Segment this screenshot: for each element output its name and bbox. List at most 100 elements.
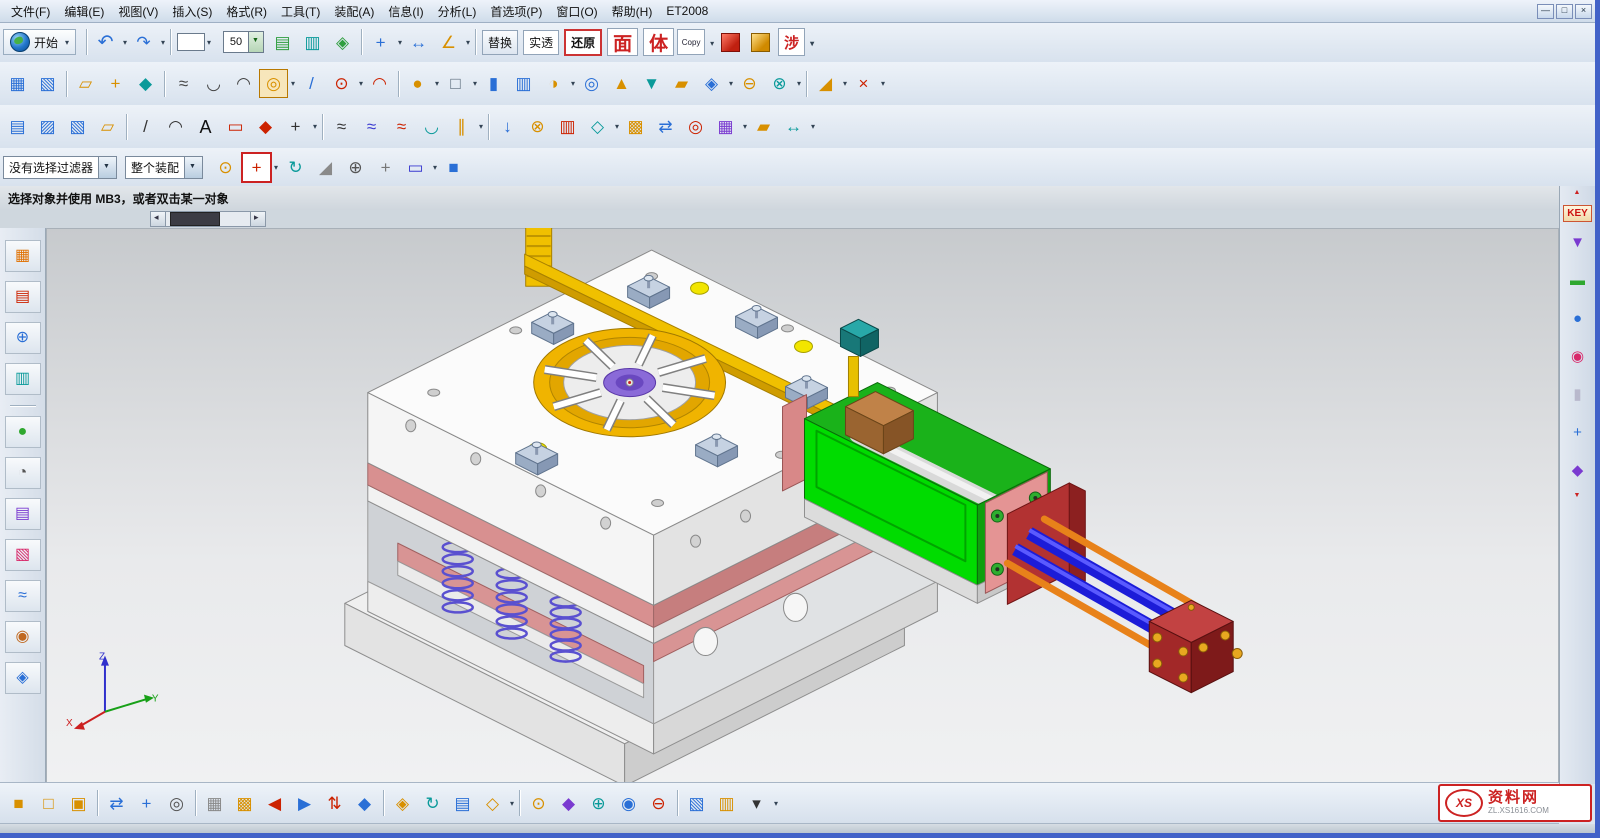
align-vertical-icon[interactable]: ⇅	[320, 789, 349, 818]
replace-button[interactable]: 替换	[482, 30, 518, 55]
replace-component-icon[interactable]: ⇄	[102, 789, 131, 818]
assembly-navigator-icon[interactable]: ▤	[5, 281, 41, 313]
curve-mirror-icon[interactable]: ◡	[199, 69, 228, 98]
horizontal-scrollbar[interactable]	[150, 212, 266, 226]
viewport-canvas[interactable]: Z Y X	[46, 228, 1559, 784]
eraser-icon[interactable]: ◢	[311, 153, 340, 182]
translucent-button[interactable]: 实透	[523, 30, 559, 55]
subtract-icon[interactable]: ⊖	[735, 69, 764, 98]
datum-csys-icon[interactable]: +	[101, 69, 130, 98]
bounded-plane-icon[interactable]: ▱	[93, 112, 122, 141]
measure-angle-icon[interactable]: ∠	[434, 28, 463, 57]
dropdown-arrow-icon[interactable]	[98, 157, 116, 178]
pattern-curve-icon[interactable]: ▩	[621, 112, 650, 141]
component-properties-icon[interactable]: ⊕	[584, 789, 613, 818]
composite-curve-icon[interactable]: ▦	[711, 112, 740, 141]
mirror-right-icon[interactable]: ▶	[290, 789, 319, 818]
sketch-curve-icon[interactable]: ▧	[33, 69, 62, 98]
deform-tool-icon[interactable]: ◆	[1563, 457, 1593, 484]
menu-analysis[interactable]: 分析(L)	[431, 1, 484, 22]
sphere-icon[interactable]: ●	[403, 69, 432, 98]
wave-geometry-linker-icon[interactable]: ◈	[388, 789, 417, 818]
selection-scope-dropdown[interactable]: 整个装配	[125, 156, 203, 179]
pad-icon[interactable]: ▰	[667, 69, 696, 98]
isolate-component-icon[interactable]: ▥	[712, 789, 741, 818]
polygon-icon[interactable]: ◆	[251, 112, 280, 141]
wrap-curve-icon[interactable]: ◎	[681, 112, 710, 141]
restore-button[interactable]: □	[1556, 4, 1573, 19]
menu-view[interactable]: 视图(V)	[111, 1, 165, 22]
start-button[interactable]: 开始	[3, 29, 76, 55]
project-curve-icon[interactable]: ↓	[493, 112, 522, 141]
intersect-icon[interactable]: ⊗	[765, 69, 794, 98]
red-solid-icon[interactable]	[716, 28, 745, 57]
menu-assemblies[interactable]: 装配(A)	[327, 1, 381, 22]
mold-assembly-model[interactable]: Z Y X	[66, 228, 1242, 784]
measure-distance-icon[interactable]: ↔	[404, 28, 433, 57]
component-array-icon[interactable]: ▣	[64, 789, 93, 818]
orient-csys-icon[interactable]: +	[366, 28, 395, 57]
panel-scroll-up-icon[interactable]	[1568, 188, 1588, 198]
new-component-icon[interactable]: □	[34, 789, 63, 818]
sketch-browser-icon[interactable]: ≈	[5, 580, 41, 612]
revolve-icon[interactable]: ◑	[539, 69, 568, 98]
through-curves-icon[interactable]: ▤	[3, 112, 32, 141]
helix-icon[interactable]: ≈	[169, 69, 198, 98]
add-component-icon[interactable]: ■	[4, 789, 33, 818]
dropdown-arrow-icon[interactable]	[184, 157, 202, 178]
interpart-link-icon[interactable]: ⊙	[524, 789, 553, 818]
dimension-tool-icon[interactable]: ▼	[1563, 229, 1593, 256]
roles-icon[interactable]: ◉	[5, 621, 41, 653]
rectangle-icon[interactable]: ▭	[221, 112, 250, 141]
snap-chain-icon[interactable]: ⊙	[211, 153, 240, 182]
menu-edit[interactable]: 编辑(E)	[57, 1, 111, 22]
section-curve-icon[interactable]: ▥	[553, 112, 582, 141]
intersection-curve-icon[interactable]: ⊗	[523, 112, 552, 141]
panel-scroll-down-icon[interactable]	[1568, 491, 1588, 501]
curve-offset-icon[interactable]: ◠	[229, 69, 258, 98]
text-icon[interactable]: A	[191, 112, 220, 141]
add-tool-icon[interactable]: +	[1563, 419, 1593, 446]
menu-insert[interactable]: 插入(S)	[165, 1, 219, 22]
mirror-curve-icon[interactable]: ⇄	[651, 112, 680, 141]
interference-button[interactable]: 涉	[778, 28, 805, 56]
cylinder-icon[interactable]: ▮	[479, 69, 508, 98]
delete-face-icon[interactable]: ×	[849, 69, 878, 98]
arrangements-icon[interactable]: ▤	[448, 789, 477, 818]
work-layer-spinner[interactable]: 50	[223, 31, 264, 53]
circle-icon[interactable]: ⊙	[327, 69, 356, 98]
layer-settings-icon[interactable]: ▤	[268, 28, 297, 57]
point-icon[interactable]: ◆	[131, 69, 160, 98]
menu-tools[interactable]: 工具(T)	[274, 1, 327, 22]
sphere-tool-icon[interactable]: ●	[1563, 305, 1593, 332]
materials-icon[interactable]: ◈	[5, 662, 41, 694]
reuse-library-icon[interactable]: ●	[5, 416, 41, 448]
molecule-tool-icon[interactable]: ◉	[1563, 343, 1593, 370]
testtube-tool-icon[interactable]: ▮	[1563, 381, 1593, 408]
unite-icon[interactable]: ◈	[697, 69, 726, 98]
check-clearance-icon[interactable]: ▦	[200, 789, 229, 818]
studio-spline-icon[interactable]: ≈	[327, 112, 356, 141]
arc-icon[interactable]: ◠	[365, 69, 394, 98]
bridge-curve-icon[interactable]: ◡	[417, 112, 446, 141]
menu-window[interactable]: 窗口(O)	[549, 1, 604, 22]
offset-curve-icon[interactable]: ∥	[447, 112, 476, 141]
hole-icon[interactable]: ◎	[577, 69, 606, 98]
drag-handle-icon[interactable]: +	[371, 153, 400, 182]
exploded-view-icon[interactable]: ◇	[478, 789, 507, 818]
extract-curve-icon[interactable]: ◇	[583, 112, 612, 141]
sequence-icon[interactable]: ↻	[418, 789, 447, 818]
scrollbar-thumb[interactable]	[170, 212, 220, 226]
minimize-button[interactable]: ―	[1537, 4, 1554, 19]
fit-spline-icon[interactable]: ≈	[387, 112, 416, 141]
menu-file[interactable]: 文件(F)	[4, 1, 57, 22]
reference-set-icon[interactable]: ◆	[554, 789, 583, 818]
snap-align-icon[interactable]: ◆	[350, 789, 379, 818]
body-select-button[interactable]: 体	[643, 28, 674, 56]
text-on-path-icon[interactable]: ▰	[749, 112, 778, 141]
arc-curve-icon[interactable]: ◠	[161, 112, 190, 141]
ruled-surface-icon[interactable]: ▧	[63, 112, 92, 141]
menu-help[interactable]: 帮助(H)	[605, 1, 660, 22]
selection-filter-dropdown[interactable]: 没有选择过滤器	[3, 156, 117, 179]
cylinder-end-plate[interactable]	[1149, 600, 1242, 692]
